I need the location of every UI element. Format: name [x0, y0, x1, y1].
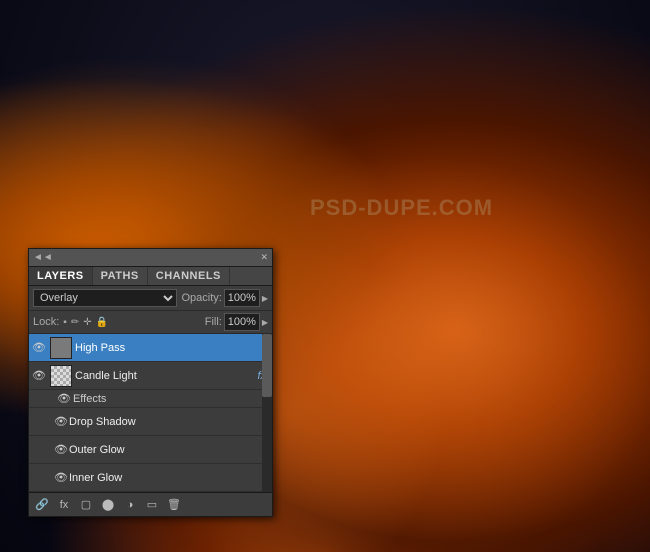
opacity-group: Opacity: 100% ▶ [181, 289, 268, 307]
tab-channels[interactable]: CHANNELS [148, 267, 230, 285]
layer-candle-light[interactable]: 👁 Candle Light fx [29, 362, 272, 390]
effects-eye[interactable]: 👁 [57, 392, 71, 405]
blend-mode-select[interactable]: Overlay [33, 289, 177, 307]
layers-list: 👁 High Pass 👁 Candle Light fx 👁 Effects … [29, 334, 272, 492]
visibility-inner-glow[interactable]: 👁 [53, 470, 69, 486]
layer-thumb-high-pass [50, 337, 72, 359]
layer-high-pass[interactable]: 👁 High Pass [29, 334, 272, 362]
effects-group-header[interactable]: 👁 Effects [29, 390, 272, 408]
tab-paths[interactable]: PATHS [93, 267, 148, 285]
effect-name-outer-glow: Outer Glow [69, 444, 270, 456]
effects-label: Effects [73, 393, 106, 405]
lock-paint-icon[interactable]: ✏ [71, 317, 79, 328]
layer-name-high-pass: High Pass [75, 342, 270, 354]
opacity-arrow[interactable]: ▶ [262, 294, 268, 303]
panel-collapse-icon[interactable]: ◄◄ [33, 252, 53, 263]
delete-layer-button[interactable]: 🗑 [165, 496, 183, 514]
add-mask-button[interactable]: ▢ [77, 496, 95, 514]
layers-panel: ◄◄ ✕ LAYERS PATHS CHANNELS Overlay Opaci… [28, 248, 273, 517]
fill-label: Fill: [205, 316, 222, 328]
lock-row: Lock: ▪ ✏ ✛ 🔒 Fill: 100% ▶ [29, 311, 272, 334]
lock-transparency-icon[interactable]: ▪ [63, 317, 67, 328]
opacity-value[interactable]: 100% [224, 289, 260, 307]
new-layer-button[interactable]: ▭ [143, 496, 161, 514]
layer-thumb-candle-light [50, 365, 72, 387]
visibility-eye-high-pass[interactable]: 👁 [31, 340, 47, 356]
layers-scrollbar[interactable] [262, 334, 272, 492]
add-layer-style-button[interactable]: fx [55, 496, 73, 514]
panel-close-button[interactable]: ✕ [260, 252, 268, 263]
effect-outer-glow[interactable]: 👁 Outer Glow [29, 436, 272, 464]
fill-group: Fill: 100% ▶ [205, 313, 268, 331]
adjustment-layer-button[interactable]: ⬤ [99, 496, 117, 514]
visibility-eye-candle-light[interactable]: 👁 [31, 368, 47, 384]
effect-drop-shadow[interactable]: 👁 Drop Shadow [29, 408, 272, 436]
effect-inner-glow[interactable]: 👁 Inner Glow [29, 464, 272, 492]
blend-mode-row: Overlay Opacity: 100% ▶ [29, 286, 272, 311]
panel-toolbar: 🔗 fx ▢ ⬤ ◑ ▭ 🗑 [29, 492, 272, 516]
layer-name-candle-light: Candle Light [75, 370, 257, 382]
panel-tabs: LAYERS PATHS CHANNELS [29, 267, 272, 286]
fill-value[interactable]: 100% [224, 313, 260, 331]
tab-layers[interactable]: LAYERS [29, 267, 93, 285]
create-group-button[interactable]: ◑ [121, 496, 139, 514]
panel-titlebar: ◄◄ ✕ [29, 249, 272, 267]
scrollbar-thumb[interactable] [262, 334, 272, 397]
lock-label: Lock: [33, 316, 59, 328]
link-layers-button[interactable]: 🔗 [33, 496, 51, 514]
opacity-label: Opacity: [181, 292, 221, 304]
effect-name-inner-glow: Inner Glow [69, 472, 270, 484]
visibility-drop-shadow[interactable]: 👁 [53, 414, 69, 430]
titlebar-controls: ✕ [260, 252, 268, 263]
lock-move-icon[interactable]: ✛ [83, 317, 91, 328]
effect-name-drop-shadow: Drop Shadow [69, 416, 270, 428]
lock-all-icon[interactable]: 🔒 [96, 317, 108, 328]
visibility-outer-glow[interactable]: 👁 [53, 442, 69, 458]
fill-arrow[interactable]: ▶ [262, 318, 268, 327]
